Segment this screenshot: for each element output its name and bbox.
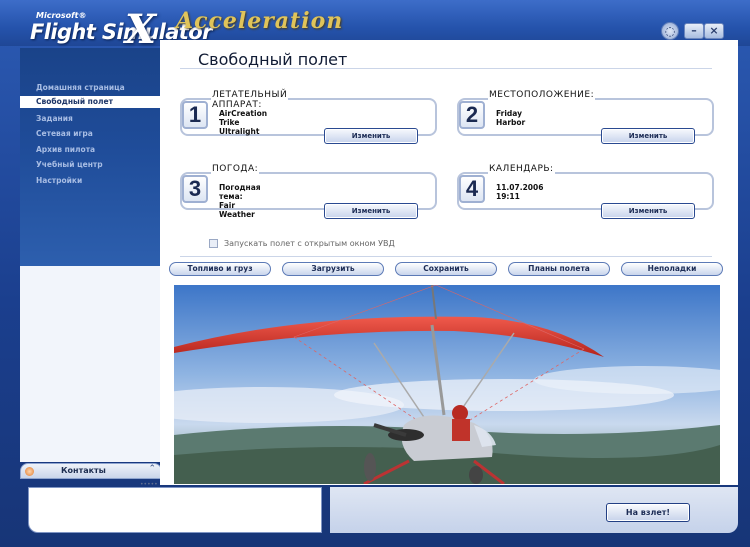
contacts-label: Контакты [61,466,106,475]
card-value: Погодная тема: Fair Weather [219,183,261,219]
sidebar-panel [20,266,160,462]
divider [180,68,712,69]
sidebar-nav: Домашняя страница Свободный полет Задани… [20,48,160,266]
change-time-button[interactable]: Изменить [601,203,695,219]
change-location-button[interactable]: Изменить [601,128,695,144]
change-weather-button[interactable]: Изменить [324,203,418,219]
load-flight-button[interactable]: Загрузить [282,262,384,276]
card-label: ПОГОДА: [211,164,260,174]
sidebar-item-home[interactable]: Домашняя страница [36,83,125,92]
minimize-button[interactable]: – [684,23,704,39]
mute-icon[interactable]: ◌ [661,22,679,40]
step-number: 3 [182,175,208,203]
card-label: КАЛЕНДАРЬ: [488,164,555,174]
sidebar-item-multiplayer[interactable]: Сетевая игра [36,129,93,138]
step-number: 1 [182,101,208,129]
brand-x: X [125,6,157,53]
save-flight-button[interactable]: Сохранить [395,262,497,276]
page-title: Свободный полет [198,50,348,69]
change-aircraft-button[interactable]: Изменить [324,128,418,144]
fuel-payload-button[interactable]: Топливо и груз [169,262,271,276]
card-value: AirCreation Trike Ultralight [219,109,268,136]
aircraft-preview-image [174,285,720,484]
close-button[interactable]: × [704,23,724,39]
ultralight-trike-illustration [174,285,720,484]
failures-button[interactable]: Неполадки [621,262,723,276]
card-value: Friday Harbor [496,109,526,127]
brand-acceleration: Acceleration [176,8,344,34]
card-label: МЕСТОПОЛОЖЕНИЕ: [488,90,596,100]
step-number: 2 [459,101,485,129]
step-number: 4 [459,175,485,203]
sidebar-item-missions[interactable]: Задания [36,114,73,123]
sidebar-item-learning-center[interactable]: Учебный центр [36,160,103,169]
atc-window-checkbox[interactable] [209,239,218,248]
brand-microsoft: Microsoft® [36,11,87,20]
sidebar-item-free-flight[interactable]: Свободный полет [20,96,160,108]
card-label: ЛЕТАТЕЛЬНЫЙ АППАРАТ: [211,90,289,110]
contacts-bar[interactable]: Контакты ⌃ [20,463,162,479]
divider [180,256,712,257]
sidebar-item-settings[interactable]: Настройки [36,176,82,185]
atc-window-label: Запускать полет с открытым окном УВД [224,239,395,248]
app-window: Microsoft® Flight Simulator X Accelerati… [0,0,750,547]
chevron-up-icon[interactable]: ⌃ [148,464,156,474]
card-value: 11.07.2006 19:11 [496,183,544,201]
sidebar-item-pilot-records[interactable]: Архив пилота [36,145,95,154]
flight-plans-button[interactable]: Планы полета [508,262,610,276]
contacts-icon [25,467,34,476]
fly-now-button[interactable]: На взлет! [606,503,690,522]
chat-panel [28,487,322,533]
